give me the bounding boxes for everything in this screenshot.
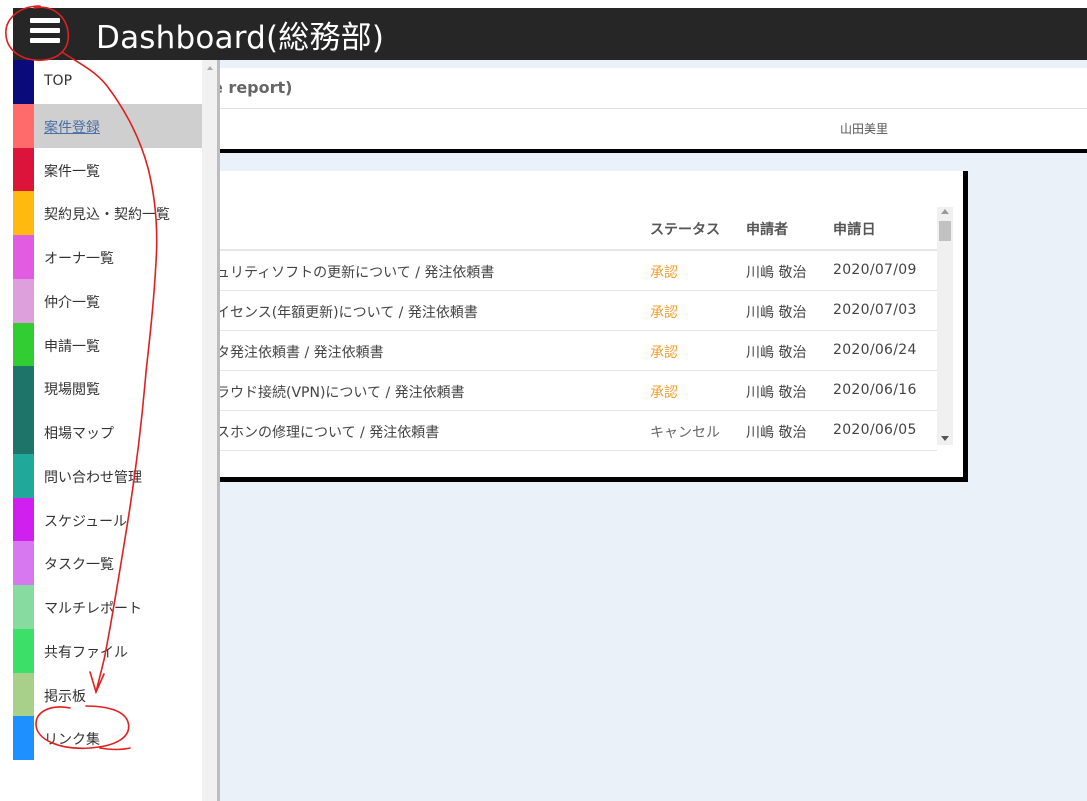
sub-header-title: e report) <box>212 78 293 97</box>
sidebar-item-multi-report[interactable]: マルチレポート <box>13 585 202 629</box>
hamburger-menu-icon[interactable] <box>30 18 62 48</box>
status-badge: キャンセル <box>650 425 720 441</box>
sidebar-item-label: タスク一覧 <box>44 557 114 574</box>
column-header-applicant[interactable]: 申請者 <box>746 219 788 239</box>
table-row[interactable]: ュリティソフトの更新について / 発注依頼書 承認 川嶋 敬治 2020/07/… <box>200 251 937 291</box>
sidebar-nav: TOP 案件登録 案件一覧 契約見込・契約一覧 オーナ一覧 仲介一覧 申請一覧 … <box>13 60 202 801</box>
sidebar-item-top[interactable]: TOP <box>13 60 202 104</box>
sidebar-item-tasks[interactable]: タスク一覧 <box>13 541 202 585</box>
nav-color-swatch <box>13 235 34 279</box>
scroll-up-arrow-icon[interactable] <box>941 209 949 214</box>
top-header-bar: Dashboard(総務部) <box>13 8 1087 60</box>
sidebar-item-label: 案件一覧 <box>44 163 100 180</box>
sidebar-item-case-list[interactable]: 案件一覧 <box>13 147 202 192</box>
request-date: 2020/06/16 <box>833 382 917 398</box>
nav-color-swatch <box>13 585 34 629</box>
request-date: 2020/06/05 <box>833 422 917 438</box>
page-title: Dashboard(総務部) <box>96 20 385 56</box>
sidebar-item-brokers[interactable]: 仲介一覧 <box>13 278 202 323</box>
sidebar-item-label: オーナ一覧 <box>44 251 114 267</box>
sidebar-item-case-registration[interactable]: 案件登録 <box>13 103 202 148</box>
sidebar-item-shared-files[interactable]: 共有ファイル <box>13 628 202 673</box>
sidebar-item-label: 掲示板 <box>44 688 86 705</box>
requests-card: ステータス 申請者 申請日 ュリティソフトの更新について / 発注依頼書 承認 … <box>200 171 968 482</box>
applicant-name: 川嶋 敬治 <box>746 305 807 321</box>
table-row[interactable]: ラウド接続(VPN)について / 発注依頼書 承認 川嶋 敬治 2020/06/… <box>200 371 937 411</box>
table-row[interactable]: イセンス(年額更新)について / 発注依頼書 承認 川嶋 敬治 2020/07/… <box>200 291 937 331</box>
request-title[interactable]: スホンの修理について / 発注依頼書 <box>216 422 439 442</box>
main-content: e report) 山田美里 ステータス 申請者 申請日 ュリティソフトの更新に… <box>200 60 1087 801</box>
nav-color-swatch <box>13 60 34 104</box>
requests-table: ステータス 申請者 申請日 ュリティソフトの更新について / 発注依頼書 承認 … <box>200 204 937 451</box>
sidebar-item-bulletin-board[interactable]: 掲示板 <box>13 672 202 717</box>
menu-line <box>30 18 60 23</box>
column-header-status[interactable]: ステータス <box>650 219 720 239</box>
request-title[interactable]: ラウド接続(VPN)について / 発注依頼書 <box>216 382 465 402</box>
table-row[interactable]: スホンの修理について / 発注依頼書 キャンセル 川嶋 敬治 2020/06/0… <box>200 411 937 451</box>
nav-color-swatch <box>13 147 34 192</box>
sidebar-item-label: 問い合わせ管理 <box>44 469 142 486</box>
status-badge: 承認 <box>650 305 678 321</box>
status-badge: 承認 <box>650 385 678 401</box>
sidebar-item-inquiries[interactable]: 問い合わせ管理 <box>13 453 202 498</box>
applicant-name: 川嶋 敬治 <box>746 385 807 401</box>
sidebar-item-site-view[interactable]: 現場閲覧 <box>13 366 202 410</box>
menu-line <box>30 28 60 33</box>
sidebar-item-contracts[interactable]: 契約見込・契約一覧 <box>13 191 202 235</box>
menu-line <box>30 38 60 43</box>
table-row[interactable]: タ発注依頼書 / 発注依頼書 承認 川嶋 敬治 2020/06/24 <box>200 331 937 371</box>
sidebar-item-label: 案件登録 <box>44 119 100 136</box>
user-name[interactable]: 山田美里 <box>840 120 888 137</box>
nav-color-swatch <box>13 322 34 367</box>
sidebar-item-links[interactable]: リンク集 <box>13 716 202 760</box>
sidebar-item-label: 相場マップ <box>44 426 114 442</box>
sidebar-item-label: 申請一覧 <box>44 338 100 355</box>
nav-color-swatch <box>13 541 34 585</box>
sidebar-item-label: 現場閲覧 <box>44 382 100 399</box>
request-date: 2020/06/24 <box>833 342 917 358</box>
nav-color-swatch <box>13 191 34 235</box>
sidebar-item-owners[interactable]: オーナ一覧 <box>13 235 202 279</box>
sidebar-scrollbar[interactable] <box>202 60 220 801</box>
status-badge: 承認 <box>650 265 678 281</box>
sidebar-item-label: TOP <box>44 73 73 89</box>
sidebar-item-label: 契約見込・契約一覧 <box>44 207 170 224</box>
table-scrollbar[interactable] <box>937 207 953 445</box>
request-title[interactable]: イセンス(年額更新)について / 発注依頼書 <box>216 302 478 322</box>
sidebar-item-market-map[interactable]: 相場マップ <box>13 410 202 454</box>
nav-color-swatch <box>13 672 34 717</box>
nav-color-swatch <box>13 453 34 498</box>
request-title[interactable]: ュリティソフトの更新について / 発注依頼書 <box>216 262 494 282</box>
sidebar-item-applications[interactable]: 申請一覧 <box>13 322 202 367</box>
nav-color-swatch <box>13 410 34 454</box>
nav-color-swatch <box>13 628 34 673</box>
request-date: 2020/07/03 <box>833 302 917 318</box>
sidebar-item-label: 仲介一覧 <box>44 294 100 311</box>
user-bar: 山田美里 <box>200 109 1087 153</box>
nav-color-swatch <box>13 716 34 760</box>
sidebar-item-label: リンク集 <box>44 732 100 749</box>
request-date: 2020/07/09 <box>833 262 917 278</box>
status-badge: 承認 <box>650 345 678 361</box>
scroll-up-arrow-icon[interactable] <box>207 66 213 70</box>
nav-color-swatch <box>13 278 34 323</box>
scroll-thumb[interactable] <box>939 221 951 241</box>
nav-color-swatch <box>13 103 34 148</box>
sidebar-item-label: 共有ファイル <box>44 644 128 661</box>
sub-header-bar: e report) <box>200 68 1087 109</box>
nav-color-swatch <box>13 497 34 542</box>
sidebar-item-schedule[interactable]: スケジュール <box>13 497 202 542</box>
applicant-name: 川嶋 敬治 <box>746 425 807 441</box>
request-title[interactable]: タ発注依頼書 / 発注依頼書 <box>216 342 384 362</box>
scroll-down-arrow-icon[interactable] <box>941 436 949 441</box>
applicant-name: 川嶋 敬治 <box>746 265 807 281</box>
sidebar-item-label: スケジュール <box>44 513 128 530</box>
nav-color-swatch <box>13 366 34 410</box>
applicant-name: 川嶋 敬治 <box>746 345 807 361</box>
table-header-row: ステータス 申請者 申請日 <box>200 204 937 251</box>
column-header-date[interactable]: 申請日 <box>833 219 876 239</box>
sidebar-item-label: マルチレポート <box>44 601 142 617</box>
